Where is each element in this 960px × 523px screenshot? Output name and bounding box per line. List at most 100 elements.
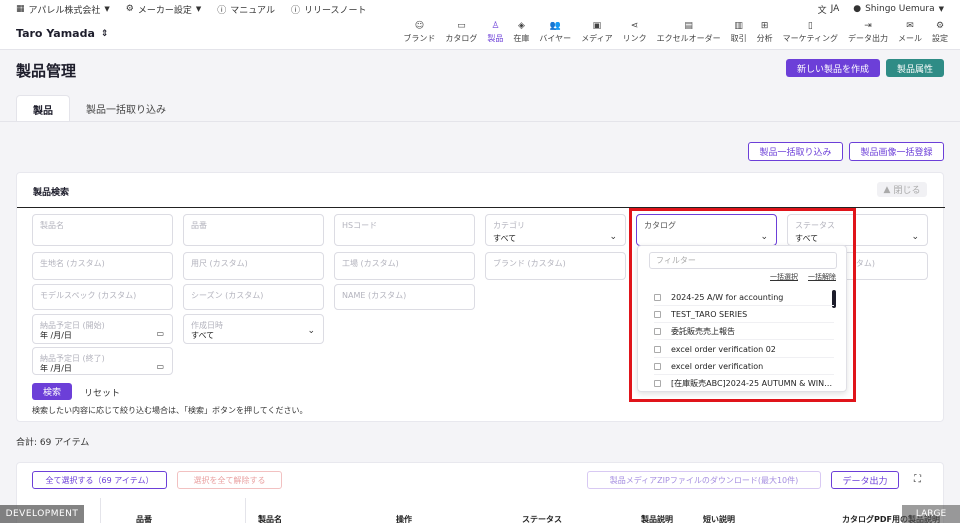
total-count: 合計: 69 アイテム xyxy=(16,438,90,448)
delivery-end-date[interactable]: 納品予定日 (終了) 年 /月/日 ▭ xyxy=(32,347,173,375)
nav-item-label: 設定 xyxy=(932,33,948,43)
part-number-field[interactable]: 品番 xyxy=(183,214,324,246)
column-header-short-description[interactable]: 短い説明 xyxy=(703,514,735,523)
calendar-icon[interactable]: ▭ xyxy=(156,362,164,371)
release-notes-link[interactable]: ⓘ リリースノート xyxy=(291,3,367,16)
maker-settings-label: メーカー設定 xyxy=(137,5,192,16)
page-title: 製品管理 xyxy=(16,62,77,80)
nav-item-data-export[interactable]: ⇥ データ出力 xyxy=(848,21,888,50)
nav-menu: ☺ ブランド ▭ カタログ ♙ 製品 ◈ 在庫 👥 バイヤー ▣ メディア ⋖ リンク ▤ エク… xyxy=(393,18,960,50)
top-bar: ▦ アパレル株式会社 ▼ ⚙ メーカー設定 ▼ ⓘ マニュアル ⓘ リリースノー… xyxy=(0,0,960,18)
product-name-field[interactable]: 製品名 xyxy=(32,214,173,246)
column-header-part-number[interactable]: 品番 xyxy=(136,514,152,523)
column-header-description[interactable]: 製品説明 xyxy=(641,514,673,523)
nav-item-brand[interactable]: ☺ ブランド xyxy=(403,21,435,50)
data-export-button[interactable]: データ出力 xyxy=(831,471,899,489)
hs-code-field[interactable]: HSコード xyxy=(334,214,475,246)
nav-item-buyer[interactable]: 👥 バイヤー xyxy=(539,21,571,50)
bulk-image-button[interactable]: 製品画像一括登録 xyxy=(849,142,944,161)
bulk-import-button[interactable]: 製品一括取り込み xyxy=(748,142,843,161)
nav-item-label: メール xyxy=(898,33,922,43)
season-field[interactable]: シーズン (カスタム) xyxy=(183,284,324,310)
nav-item-marketing[interactable]: ▯ マーケティング xyxy=(783,21,838,50)
manual-link[interactable]: ⓘ マニュアル xyxy=(217,3,275,16)
product-icon: ♙ xyxy=(491,20,500,31)
inventory-icon: ◈ xyxy=(517,20,525,31)
catalog-icon: ▭ xyxy=(457,20,466,31)
collapse-button[interactable]: ▲ 閉じる xyxy=(877,182,927,197)
tab-bulk-import[interactable]: 製品一括取り込み xyxy=(70,95,182,122)
search-hint: 検索したい内容に応じて絞り込む場合は、「検索」ボタンを押してください。 xyxy=(32,406,308,415)
created-date-select[interactable]: 作成日時 すべて ⌄ xyxy=(183,314,324,344)
chevron-down-icon: ⌄ xyxy=(911,232,919,242)
nav-item-inventory[interactable]: ◈ 在庫 xyxy=(513,21,529,50)
nav-item-mail[interactable]: ✉ メール xyxy=(898,21,922,50)
account-menu[interactable]: ● Shingo Uemura ▼ xyxy=(853,4,944,14)
fullscreen-icon[interactable]: ⛶ xyxy=(914,474,921,485)
create-product-button[interactable]: 新しい製品を作成 xyxy=(786,59,880,77)
size-field[interactable]: 用尺 (カスタム) xyxy=(183,252,324,280)
account-name: Shingo Uemura xyxy=(865,4,935,14)
nav-item-label: ブランド xyxy=(403,33,436,43)
column-header-status[interactable]: ステータス xyxy=(522,514,562,523)
nav-item-transaction[interactable]: ▥ 取引 xyxy=(731,21,747,50)
nav-item-label: エクセルオーダー xyxy=(656,33,721,43)
user-switcher[interactable]: Taro Yamada ⇕ xyxy=(16,27,108,40)
company-switcher[interactable]: ▦ アパレル株式会社 ▼ xyxy=(16,3,110,16)
language-label: JA xyxy=(830,4,840,14)
caret-down-icon: ▼ xyxy=(104,5,110,13)
deselect-all-button[interactable]: 選択を全て解除する xyxy=(177,471,282,489)
nav-item-label: 分析 xyxy=(756,33,773,43)
caret-down-icon: ▼ xyxy=(938,5,944,13)
nav-item-label: 取引 xyxy=(730,33,747,43)
calendar-icon[interactable]: ▭ xyxy=(156,329,164,338)
field-label: シーズン (カスタム) xyxy=(191,291,264,300)
highlight-box xyxy=(629,208,856,402)
created-value: すべて xyxy=(191,331,215,340)
data-export-icon: ⇥ xyxy=(864,20,872,31)
nav-item-analytics[interactable]: ⊞ 分析 xyxy=(757,21,773,50)
caret-down-icon: ▼ xyxy=(195,5,202,13)
nav-item-excel-order[interactable]: ▤ エクセルオーダー xyxy=(657,21,721,50)
field-label: HSコード xyxy=(342,221,378,230)
field-label: カテゴリ xyxy=(493,221,525,230)
company-name: アパレル株式会社 xyxy=(28,5,101,16)
environment-badge: DEVELOPMENT xyxy=(0,505,84,523)
model-spec-field[interactable]: モデルスペック (カスタム) xyxy=(32,284,173,310)
language-switcher[interactable]: 文 JA xyxy=(818,3,840,16)
name-custom-field[interactable]: NAME (カスタム) xyxy=(334,284,475,310)
settings-icon: ⚙ xyxy=(935,20,945,31)
manual-label: マニュアル xyxy=(230,5,275,16)
buyer-icon: 👥 xyxy=(549,20,561,31)
brand-custom-field[interactable]: ブランド (カスタム) xyxy=(485,252,626,280)
material-field[interactable]: 生地名 (カスタム) xyxy=(32,252,173,280)
product-attributes-button[interactable]: 製品属性 xyxy=(886,59,944,77)
nav-item-product[interactable]: ♙ 製品 xyxy=(487,21,503,50)
maker-settings-menu[interactable]: ⚙ メーカー設定 ▼ xyxy=(126,3,201,16)
reset-link[interactable]: リセット xyxy=(84,386,120,399)
media-icon: ▣ xyxy=(592,20,602,31)
factory-field[interactable]: 工場 (カスタム) xyxy=(334,252,475,280)
nav-item-label: リンク xyxy=(622,33,647,43)
nav-item-settings[interactable]: ⚙ 設定 xyxy=(932,21,948,50)
user-name: Taro Yamada xyxy=(16,27,95,40)
search-button[interactable]: 検索 xyxy=(32,383,72,400)
column-header-product-name[interactable]: 製品名 xyxy=(258,514,282,523)
column-divider xyxy=(100,498,101,523)
updown-chevron-icon: ⇕ xyxy=(100,28,109,39)
nav-item-media[interactable]: ▣ メディア xyxy=(581,21,612,50)
nav-item-catalog[interactable]: ▭ カタログ xyxy=(445,21,477,50)
category-select[interactable]: カテゴリ すべて ⌄ xyxy=(485,214,626,246)
user-icon: ● xyxy=(853,4,862,14)
field-label: NAME (カスタム) xyxy=(342,291,407,300)
nav-item-link[interactable]: ⋖ リンク xyxy=(623,21,647,50)
nav-item-label: マーケティング xyxy=(782,33,838,43)
column-divider xyxy=(245,498,246,523)
tab-products[interactable]: 製品 xyxy=(16,95,70,122)
zip-download-button[interactable]: 製品メディアZIPファイルのダウンロード(最大10件) xyxy=(587,471,821,489)
field-label: 用尺 (カスタム) xyxy=(191,259,248,268)
delivery-start-date[interactable]: 納品予定日 (開始) 年 /月/日 ▭ xyxy=(32,314,173,344)
column-header-actions[interactable]: 操作 xyxy=(396,514,412,523)
field-label: 品番 xyxy=(191,221,207,230)
select-all-button[interactable]: 全て選択する（69 アイテム） xyxy=(32,471,167,489)
